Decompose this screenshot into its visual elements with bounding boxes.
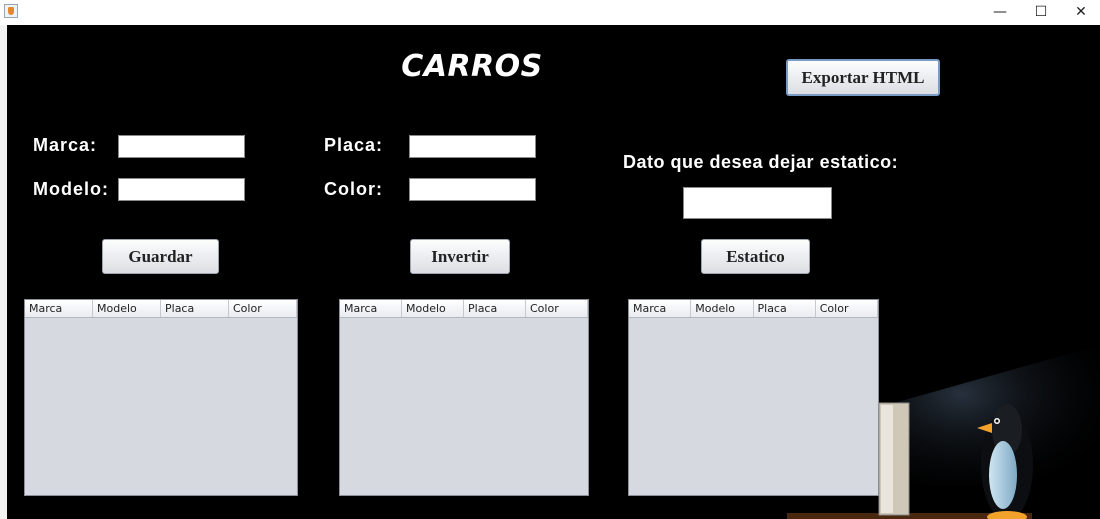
marca-label: Marca: (33, 135, 98, 155)
column-header-color[interactable]: Color (526, 300, 588, 317)
column-header-modelo[interactable]: Modelo (691, 300, 754, 317)
maximize-icon[interactable]: ☐ (1021, 0, 1061, 24)
color-label: Color: (324, 179, 383, 199)
placa-input[interactable] (409, 135, 536, 158)
close-icon[interactable]: ✕ (1061, 0, 1100, 24)
invertir-button[interactable]: Invertir (410, 239, 510, 274)
export-html-button[interactable]: Exportar HTML (786, 59, 940, 96)
column-header-color[interactable]: Color (229, 300, 297, 317)
column-header-marca[interactable]: Marca (340, 300, 402, 317)
java-icon (4, 4, 18, 18)
page-title: CARROS (401, 49, 543, 84)
table-header: Marca Modelo Placa Color (629, 300, 878, 318)
modelo-input[interactable] (118, 178, 245, 201)
main-panel: CARROS Exportar HTML Marca: Modelo: Plac… (7, 25, 1100, 519)
guardar-button[interactable]: Guardar (102, 239, 219, 274)
column-header-marca[interactable]: Marca (25, 300, 93, 317)
marca-input[interactable] (118, 135, 245, 158)
column-header-marca[interactable]: Marca (629, 300, 692, 317)
static-data-label: Dato que desea dejar estatico: (623, 152, 899, 172)
table-header: Marca Modelo Placa Color (25, 300, 297, 318)
column-header-color[interactable]: Color (816, 300, 878, 317)
modelo-label: Modelo: (33, 179, 109, 199)
table-guardar[interactable]: Marca Modelo Placa Color (24, 299, 298, 496)
minimize-icon[interactable]: — (980, 0, 1020, 24)
window-titlebar: — ☐ ✕ (0, 0, 1100, 24)
column-header-placa[interactable]: Placa (754, 300, 816, 317)
table-invertir[interactable]: Marca Modelo Placa Color (339, 299, 589, 496)
color-input[interactable] (409, 178, 536, 201)
window-border (0, 25, 7, 519)
table-estatico[interactable]: Marca Modelo Placa Color (628, 299, 879, 496)
static-data-input[interactable] (683, 187, 832, 219)
column-header-placa[interactable]: Placa (161, 300, 229, 317)
column-header-placa[interactable]: Placa (464, 300, 526, 317)
placa-label: Placa: (324, 135, 384, 155)
table-header: Marca Modelo Placa Color (340, 300, 588, 318)
estatico-button[interactable]: Estatico (701, 239, 810, 274)
column-header-modelo[interactable]: Modelo (93, 300, 161, 317)
column-header-modelo[interactable]: Modelo (402, 300, 464, 317)
